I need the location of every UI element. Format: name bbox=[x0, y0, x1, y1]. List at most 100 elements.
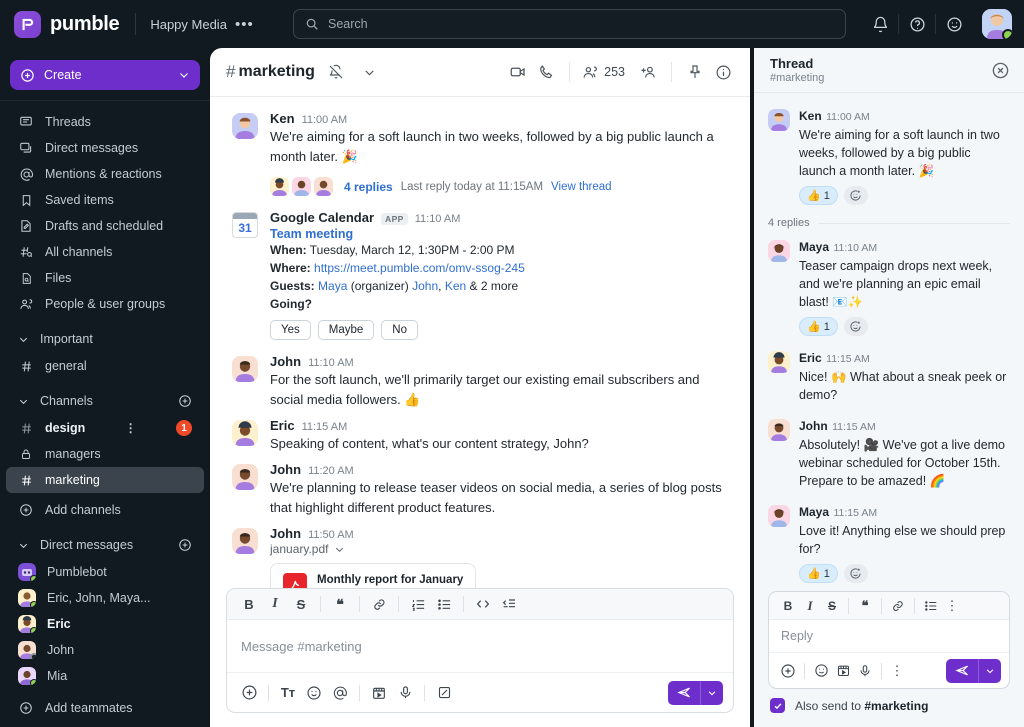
sidebar-dm-john[interactable]: John bbox=[6, 637, 204, 663]
create-button[interactable]: Create bbox=[10, 60, 200, 90]
sidebar-item-all-channels[interactable]: All channels bbox=[6, 239, 204, 265]
file-name-toggle[interactable]: january.pdf bbox=[270, 542, 734, 556]
sidebar-dm-mia[interactable]: Mia bbox=[6, 663, 204, 689]
italic-button[interactable]: I bbox=[799, 594, 821, 618]
message-author[interactable]: Eric bbox=[270, 418, 295, 433]
also-send-row[interactable]: Also send to #marketing bbox=[768, 689, 1010, 713]
event-guest-organizer[interactable]: Maya bbox=[318, 279, 347, 293]
bullet-list-button[interactable] bbox=[432, 592, 456, 616]
sidebar-dm-eric[interactable]: Eric bbox=[6, 611, 204, 637]
emoji-icon[interactable] bbox=[302, 681, 326, 705]
video-clip-icon[interactable] bbox=[832, 659, 854, 683]
quote-button[interactable]: ❝ bbox=[854, 594, 876, 618]
code-block-button[interactable] bbox=[497, 592, 521, 616]
message-author[interactable]: John bbox=[270, 462, 301, 477]
more-options-icon[interactable]: ⋮ bbox=[887, 659, 907, 683]
message-author[interactable]: John bbox=[270, 526, 301, 541]
link-button[interactable] bbox=[367, 592, 391, 616]
plus-circle-icon[interactable] bbox=[237, 681, 261, 705]
add-reaction-icon[interactable] bbox=[843, 317, 868, 336]
thread-summary[interactable]: 4 replies Last reply today at 11:15AM Vi… bbox=[210, 169, 750, 202]
help-icon[interactable] bbox=[899, 6, 935, 42]
sidebar-item-mentions[interactable]: Mentions & reactions bbox=[6, 161, 204, 187]
info-icon[interactable] bbox=[710, 59, 736, 85]
mention-icon[interactable] bbox=[328, 681, 352, 705]
link-button[interactable] bbox=[887, 594, 909, 618]
message-author[interactable]: Google Calendar bbox=[270, 210, 374, 225]
sidebar-section-direct-messages[interactable]: Direct messages bbox=[6, 531, 204, 559]
page-title[interactable]: # marketing bbox=[226, 62, 315, 82]
italic-button[interactable]: I bbox=[263, 592, 287, 616]
sidebar-item-managers[interactable]: managers bbox=[6, 441, 204, 467]
sidebar-section-important[interactable]: Important bbox=[6, 325, 204, 353]
send-options-button[interactable] bbox=[701, 680, 723, 705]
strikethrough-button[interactable]: S bbox=[289, 592, 313, 616]
sidebar-item-direct-messages[interactable]: Direct messages bbox=[6, 135, 204, 161]
add-dm-icon[interactable] bbox=[178, 538, 192, 552]
sidebar-item-general[interactable]: general bbox=[6, 353, 204, 379]
file-attachment-card[interactable]: Monthly report for January PDF bbox=[270, 563, 477, 588]
event-guest-john[interactable]: John bbox=[412, 279, 438, 293]
text-format-icon[interactable]: Tт bbox=[276, 681, 300, 705]
thread-reply-input[interactable]: Reply bbox=[769, 620, 1009, 652]
ordered-list-button[interactable] bbox=[406, 592, 430, 616]
pin-icon[interactable] bbox=[682, 59, 708, 85]
workspace-name[interactable]: Happy Media bbox=[150, 17, 227, 32]
add-reaction-icon[interactable] bbox=[843, 564, 868, 583]
emoji-icon[interactable] bbox=[810, 659, 832, 683]
sidebar-item-marketing[interactable]: marketing bbox=[6, 467, 204, 493]
message-input[interactable]: Message #marketing bbox=[227, 620, 733, 672]
quote-button[interactable]: ❝ bbox=[328, 592, 352, 616]
bold-button[interactable]: B bbox=[777, 594, 799, 618]
emoji-icon[interactable] bbox=[936, 6, 972, 42]
reaction-chip[interactable]: 👍 1 bbox=[799, 317, 838, 336]
bell-icon[interactable] bbox=[862, 6, 898, 42]
sidebar-item-threads[interactable]: Threads bbox=[6, 109, 204, 135]
send-reply-button[interactable] bbox=[946, 658, 978, 683]
channel-options-icon[interactable]: ⋮ bbox=[125, 421, 137, 435]
event-where-link[interactable]: https://meet.pumble.com/omv-ssog-245 bbox=[314, 261, 525, 275]
bell-muted-icon[interactable] bbox=[323, 59, 349, 85]
sidebar-dm-group[interactable]: Eric, John, Maya... bbox=[6, 585, 204, 611]
more-options-icon[interactable]: ⋮ bbox=[942, 594, 962, 618]
search-input[interactable]: Search bbox=[293, 9, 846, 39]
rsvp-maybe-button[interactable]: Maybe bbox=[317, 320, 375, 340]
send-button[interactable] bbox=[668, 680, 700, 705]
sidebar-item-people[interactable]: People & user groups bbox=[6, 291, 204, 317]
bold-button[interactable]: B bbox=[237, 592, 261, 616]
microphone-icon[interactable] bbox=[393, 681, 417, 705]
members-icon[interactable] bbox=[580, 59, 600, 85]
event-title[interactable]: Team meeting bbox=[270, 227, 734, 241]
sidebar-section-channels[interactable]: Channels bbox=[6, 387, 204, 415]
rsvp-yes-button[interactable]: Yes bbox=[270, 320, 311, 340]
add-member-icon[interactable] bbox=[635, 59, 661, 85]
sidebar-item-design[interactable]: design ⋮ 1 bbox=[6, 415, 204, 441]
also-send-checkbox[interactable] bbox=[770, 698, 785, 713]
message-author[interactable]: Ken bbox=[270, 111, 295, 126]
thread-message-author[interactable]: Maya bbox=[799, 505, 829, 519]
rsvp-no-button[interactable]: No bbox=[381, 320, 418, 340]
send-reply-options-button[interactable] bbox=[979, 658, 1001, 683]
code-button[interactable] bbox=[471, 592, 495, 616]
view-thread-link[interactable]: View thread bbox=[551, 181, 612, 193]
add-channel-icon[interactable] bbox=[178, 394, 192, 408]
sidebar-item-saved[interactable]: Saved items bbox=[6, 187, 204, 213]
add-teammates-button[interactable]: Add teammates bbox=[6, 695, 204, 721]
thread-message-author[interactable]: Eric bbox=[799, 351, 822, 365]
canvas-icon[interactable] bbox=[432, 681, 456, 705]
video-clip-icon[interactable] bbox=[367, 681, 391, 705]
strikethrough-button[interactable]: S bbox=[821, 594, 843, 618]
user-avatar[interactable] bbox=[982, 9, 1012, 39]
sidebar-item-drafts[interactable]: Drafts and scheduled bbox=[6, 213, 204, 239]
reaction-chip[interactable]: 👍 1 bbox=[799, 564, 838, 583]
add-channels-button[interactable]: Add channels bbox=[6, 497, 204, 523]
sidebar-item-files[interactable]: Files bbox=[6, 265, 204, 291]
chevron-down-icon[interactable] bbox=[357, 59, 383, 85]
thread-replies-count[interactable]: 4 replies bbox=[344, 180, 393, 194]
add-reaction-icon[interactable] bbox=[843, 186, 868, 205]
phone-call-icon[interactable] bbox=[533, 59, 559, 85]
workspace-menu-icon[interactable]: ••• bbox=[235, 16, 254, 33]
sidebar-dm-pumblebot[interactable]: Pumblebot bbox=[6, 559, 204, 585]
microphone-icon[interactable] bbox=[854, 659, 876, 683]
close-icon[interactable] bbox=[991, 61, 1010, 80]
